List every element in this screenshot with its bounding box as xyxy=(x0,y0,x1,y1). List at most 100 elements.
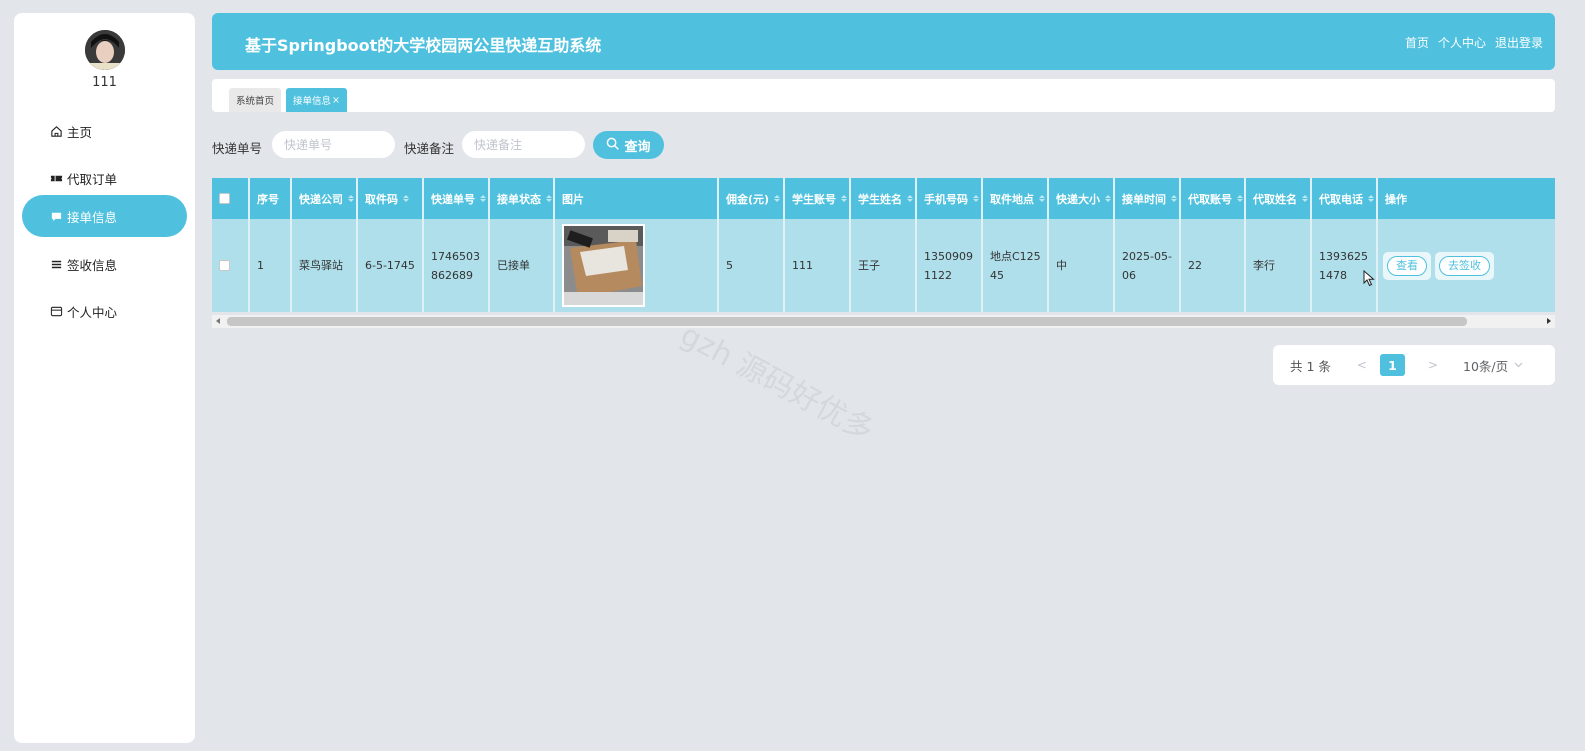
cell-actions: 查看 去签收 xyxy=(1378,219,1555,312)
username: 111 xyxy=(92,75,117,90)
cell-student-name: 王子 xyxy=(858,259,880,272)
tracking-no-label: 快递单号 xyxy=(212,141,263,156)
column-header[interactable]: 取件地点 xyxy=(983,178,1047,219)
cell-image xyxy=(555,219,717,312)
app-title: 基于Springboot的大学校园两公里快递互助系统 xyxy=(245,36,602,55)
column-header[interactable]: 快递公司 xyxy=(292,178,357,219)
column-header: 序号 xyxy=(257,192,279,206)
scroll-left-icon[interactable] xyxy=(216,318,220,324)
tab-label: 接单信息 xyxy=(293,96,332,107)
column-header[interactable]: 佣金(元) xyxy=(719,178,783,219)
prev-page-button[interactable]: < xyxy=(1357,358,1367,372)
close-icon[interactable]: × xyxy=(332,95,340,106)
cell-status: 已接单 xyxy=(497,259,530,272)
mouse-cursor-icon xyxy=(1363,269,1375,291)
sidebar-item-orders[interactable]: 代取订单 xyxy=(22,157,187,199)
top-header: 基于Springboot的大学校园两公里快递互助系统 首页 个人中心 退出登录 xyxy=(212,13,1555,70)
sort-icon xyxy=(1105,195,1111,202)
package-image[interactable] xyxy=(562,224,645,307)
tab-bar: 系统首页 接单信息 × xyxy=(212,79,1555,112)
sort-icon xyxy=(348,195,354,202)
sort-icon xyxy=(841,195,847,202)
sidebar-item-accept-info[interactable]: 接单信息 xyxy=(22,195,187,237)
sort-icon xyxy=(1039,195,1045,202)
sort-icon xyxy=(546,195,552,202)
home-icon xyxy=(49,124,63,138)
row-checkbox[interactable] xyxy=(219,260,230,271)
tab-accept-info[interactable]: 接单信息 × xyxy=(286,88,347,112)
column-header: 操作 xyxy=(1385,192,1407,206)
cell-location: 地点C12545 xyxy=(990,249,1041,282)
card-icon xyxy=(49,304,63,318)
sidebar-item-home[interactable]: 主页 xyxy=(22,110,187,152)
cell-size: 中 xyxy=(1056,259,1067,272)
row-select-cell xyxy=(212,219,249,312)
sidebar-item-profile[interactable]: 个人中心 xyxy=(22,290,187,332)
column-header[interactable]: 快递单号 xyxy=(424,178,488,219)
sidebar-item-label: 签收信息 xyxy=(67,257,118,273)
cell-pickup-code: 6-5-1745 xyxy=(365,259,415,272)
sign-receive-button[interactable]: 去签收 xyxy=(1435,251,1494,280)
view-button[interactable]: 查看 xyxy=(1383,251,1431,280)
page-size-label: 10条/页 xyxy=(1463,358,1509,374)
column-header[interactable]: 快递大小 xyxy=(1049,178,1113,219)
header-link-home[interactable]: 首页 xyxy=(1405,34,1429,51)
sort-icon xyxy=(1237,195,1243,202)
horizontal-scrollbar[interactable] xyxy=(212,315,1555,328)
sidebar-item-label: 代取订单 xyxy=(67,171,118,187)
message-icon xyxy=(49,209,63,223)
cell-company: 菜鸟驿站 xyxy=(299,259,343,272)
column-header[interactable]: 学生姓名 xyxy=(851,178,915,219)
cell-student-account: 111 xyxy=(792,259,813,272)
sort-icon xyxy=(1171,195,1177,202)
search-button[interactable]: 查询 xyxy=(593,131,664,159)
chevron-down-icon xyxy=(1514,362,1523,368)
search-icon xyxy=(606,137,620,154)
list-icon xyxy=(49,257,63,271)
header-link-logout[interactable]: 退出登录 xyxy=(1495,34,1543,51)
cell-time: 2025-05-06 xyxy=(1122,249,1172,282)
header-link-profile[interactable]: 个人中心 xyxy=(1438,34,1486,51)
cell-tracking-no: 1746503862689 xyxy=(431,249,480,282)
column-header[interactable]: 接单时间 xyxy=(1115,178,1179,219)
sort-icon xyxy=(480,195,486,202)
sidebar: 111 主页 代取订单 接单信息 签收信息 个人中心 xyxy=(14,13,195,743)
scrollbar-thumb[interactable] xyxy=(227,317,1467,326)
sidebar-item-receipt-info[interactable]: 签收信息 xyxy=(22,243,187,285)
column-header[interactable]: 代取姓名 xyxy=(1246,178,1310,219)
ticket-icon xyxy=(49,171,63,185)
column-header[interactable]: 代取电话 xyxy=(1312,178,1376,219)
column-header[interactable]: 取件码 xyxy=(358,178,422,219)
avatar[interactable] xyxy=(85,30,125,70)
total-count: 共 1 条 xyxy=(1290,358,1331,374)
cell-agent-phone: 13936251478 xyxy=(1319,249,1368,282)
sort-icon xyxy=(973,195,979,202)
table-header: 序号 快递公司 取件码 快递单号 接单状态 图片 佣金(元) 学生账号 学生姓名… xyxy=(212,178,1555,219)
column-header[interactable]: 学生账号 xyxy=(785,178,849,219)
column-header[interactable]: 接单状态 xyxy=(490,178,554,219)
header-links: 首页 个人中心 退出登录 xyxy=(1405,34,1543,51)
select-all-checkbox[interactable] xyxy=(219,193,230,204)
select-all-cell xyxy=(212,178,249,219)
table-row: 1 菜鸟驿站 6-5-1745 1746503862689 已接单 5 111 … xyxy=(212,219,1555,312)
cell-agent-account: 22 xyxy=(1188,259,1202,272)
next-page-button[interactable]: > xyxy=(1428,358,1438,372)
page-number-button[interactable]: 1 xyxy=(1379,354,1405,376)
remark-input[interactable] xyxy=(462,131,585,158)
scroll-right-icon[interactable] xyxy=(1547,318,1551,324)
cell-commission: 5 xyxy=(726,259,733,272)
watermark: gzh 源码好优多 xyxy=(674,317,880,449)
tab-home[interactable]: 系统首页 xyxy=(229,88,282,112)
sort-icon xyxy=(1302,195,1308,202)
sidebar-item-label: 个人中心 xyxy=(67,304,118,320)
column-header[interactable]: 手机号码 xyxy=(917,178,981,219)
sort-icon xyxy=(403,195,409,202)
cell-index: 1 xyxy=(257,259,264,272)
sort-icon xyxy=(774,195,781,202)
sidebar-item-label: 主页 xyxy=(67,124,93,140)
column-header[interactable]: 代取账号 xyxy=(1181,178,1244,219)
pagination: 共 1 条 < 1 > 10条/页 xyxy=(1273,345,1555,385)
tracking-no-input[interactable] xyxy=(272,131,395,158)
page-size-select[interactable]: 10条/页 xyxy=(1463,356,1523,375)
tab-label: 系统首页 xyxy=(236,96,275,107)
